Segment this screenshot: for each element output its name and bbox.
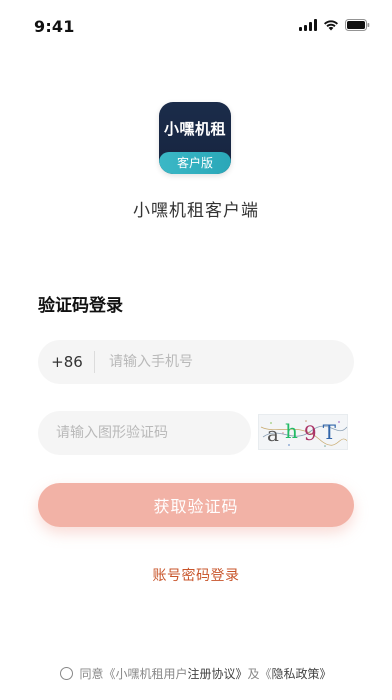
phone-input[interactable] [95, 340, 354, 384]
status-icons [299, 19, 370, 31]
privacy-policy-link[interactable]: 隐私政策》 [272, 665, 332, 682]
section-title: 验证码登录 [38, 296, 123, 316]
captcha-graphic: ah9T [260, 419, 347, 447]
user-agreement-pre: 《小嘿机租用户 [103, 667, 188, 681]
login-screen: 9:41 小嘿机租 客户版 小嘿机租客户端 验证码登录 +86 请输入手机号 请… [0, 0, 392, 700]
password-login-link[interactable]: 账号密码登录 [0, 565, 392, 585]
captcha-char: a [267, 422, 279, 446]
privacy-pre: 《 [259, 667, 272, 681]
captcha-char: h [285, 419, 298, 443]
status-bar: 9:41 [0, 0, 392, 52]
agreement-row: 同意 《小嘿机租用户 注册协议》 及 《 隐私政策》 [0, 665, 392, 682]
captcha-input[interactable] [38, 411, 251, 455]
agreement-and: 及 [247, 667, 260, 681]
battery-icon [345, 19, 370, 31]
captcha-image[interactable]: ah9T [258, 414, 348, 450]
wifi-icon [323, 19, 339, 31]
country-code[interactable]: +86 [38, 353, 94, 371]
get-code-button[interactable]: 获取验证码 [38, 483, 354, 527]
logo-name: 小嘿机租 [163, 120, 226, 138]
signal-icon [299, 19, 317, 31]
captcha-char: 9 [304, 421, 317, 445]
logo-tag: 客户版 [159, 152, 231, 174]
agree-checkbox[interactable] [60, 667, 74, 680]
phone-field: +86 [38, 340, 354, 384]
captcha-field [38, 411, 251, 455]
status-time: 9:41 [34, 17, 75, 36]
user-agreement-link[interactable]: 注册协议》 [187, 665, 247, 682]
captcha-char: T [323, 420, 337, 444]
captcha-text: ah9T [267, 419, 337, 446]
app-logo: 小嘿机租 客户版 [159, 102, 231, 174]
app-title: 小嘿机租客户端 [133, 201, 259, 221]
agreement-prefix: 同意 [79, 667, 104, 681]
